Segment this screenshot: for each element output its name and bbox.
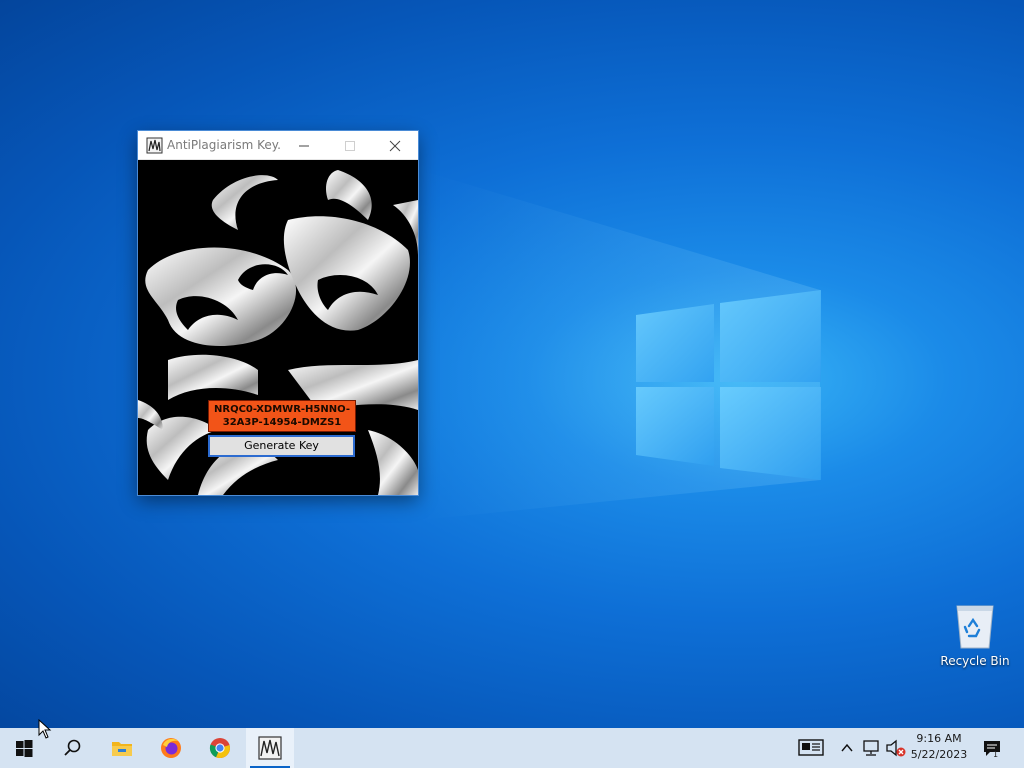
generate-key-button[interactable]: Generate Key — [208, 435, 355, 457]
folder-icon — [112, 742, 132, 756]
clock[interactable]: 9:16 AM 5/22/2023 — [908, 730, 970, 766]
chevron-up-icon — [841, 743, 853, 752]
generated-key-display: NRQC0-XDMWR-H5NNO- 32A3P-14954-DMZS1 — [208, 400, 356, 432]
search-icon — [64, 739, 81, 756]
clock-date: 5/22/2023 — [910, 748, 968, 761]
title-bar[interactable]: AntiPlagiarism Key... — [138, 131, 418, 160]
maximize-icon — [345, 141, 355, 151]
close-button[interactable] — [372, 131, 418, 160]
key-line-2: 32A3P-14954-DMZS1 — [222, 417, 342, 428]
mouse-cursor-icon — [38, 719, 52, 739]
action-center-button[interactable] — [978, 728, 1008, 768]
antiplagiarism-keygen-window[interactable]: AntiPlagiarism Key... NRQC0-XDMWR-H5NNO-… — [138, 131, 418, 495]
window-title: AntiPlagiarism Key... — [167, 138, 281, 152]
notification-count-badge: 1 — [993, 750, 999, 759]
close-icon — [389, 140, 401, 152]
keygen-app-icon — [258, 736, 282, 760]
news-and-interests-button[interactable] — [796, 728, 826, 768]
antiplagiarism-keygen-taskbar-button[interactable] — [246, 728, 294, 768]
key-line-1: NRQC0-XDMWR-H5NNO- — [214, 404, 350, 415]
taskbar: 9:16 AM 5/22/2023 — [0, 728, 1024, 768]
keygen-app-icon — [146, 137, 163, 154]
keygen-client-area: NRQC0-XDMWR-H5NNO- 32A3P-14954-DMZS1 Gen… — [138, 160, 418, 495]
maximize-button — [327, 131, 373, 160]
desktop: Recycle Bin AntiPlagiarism Key... NRQC0-… — [0, 0, 1024, 728]
windows-start-icon — [16, 740, 33, 757]
network-icon — [863, 740, 879, 756]
firefox-button[interactable] — [147, 728, 195, 768]
chrome-icon — [209, 738, 230, 759]
notification-icon — [984, 741, 1000, 756]
show-hidden-icons-button[interactable] — [836, 728, 858, 768]
recycle-bin-icon — [956, 605, 994, 649]
minimize-icon — [299, 145, 309, 147]
search-button[interactable] — [48, 728, 96, 768]
chrome-button[interactable] — [196, 728, 244, 768]
news-icon — [798, 739, 824, 756]
clock-time: 9:16 AM — [916, 732, 962, 745]
volume-muted-icon — [886, 739, 906, 757]
minimize-button[interactable] — [281, 131, 327, 160]
network-button[interactable] — [860, 728, 882, 768]
file-explorer-button[interactable] — [98, 728, 146, 768]
firefox-icon — [161, 738, 181, 758]
recycle-bin-label: Recycle Bin — [940, 654, 1010, 668]
recycle-bin-desktop-icon[interactable]: Recycle Bin — [938, 598, 1012, 672]
volume-button[interactable] — [884, 728, 908, 768]
